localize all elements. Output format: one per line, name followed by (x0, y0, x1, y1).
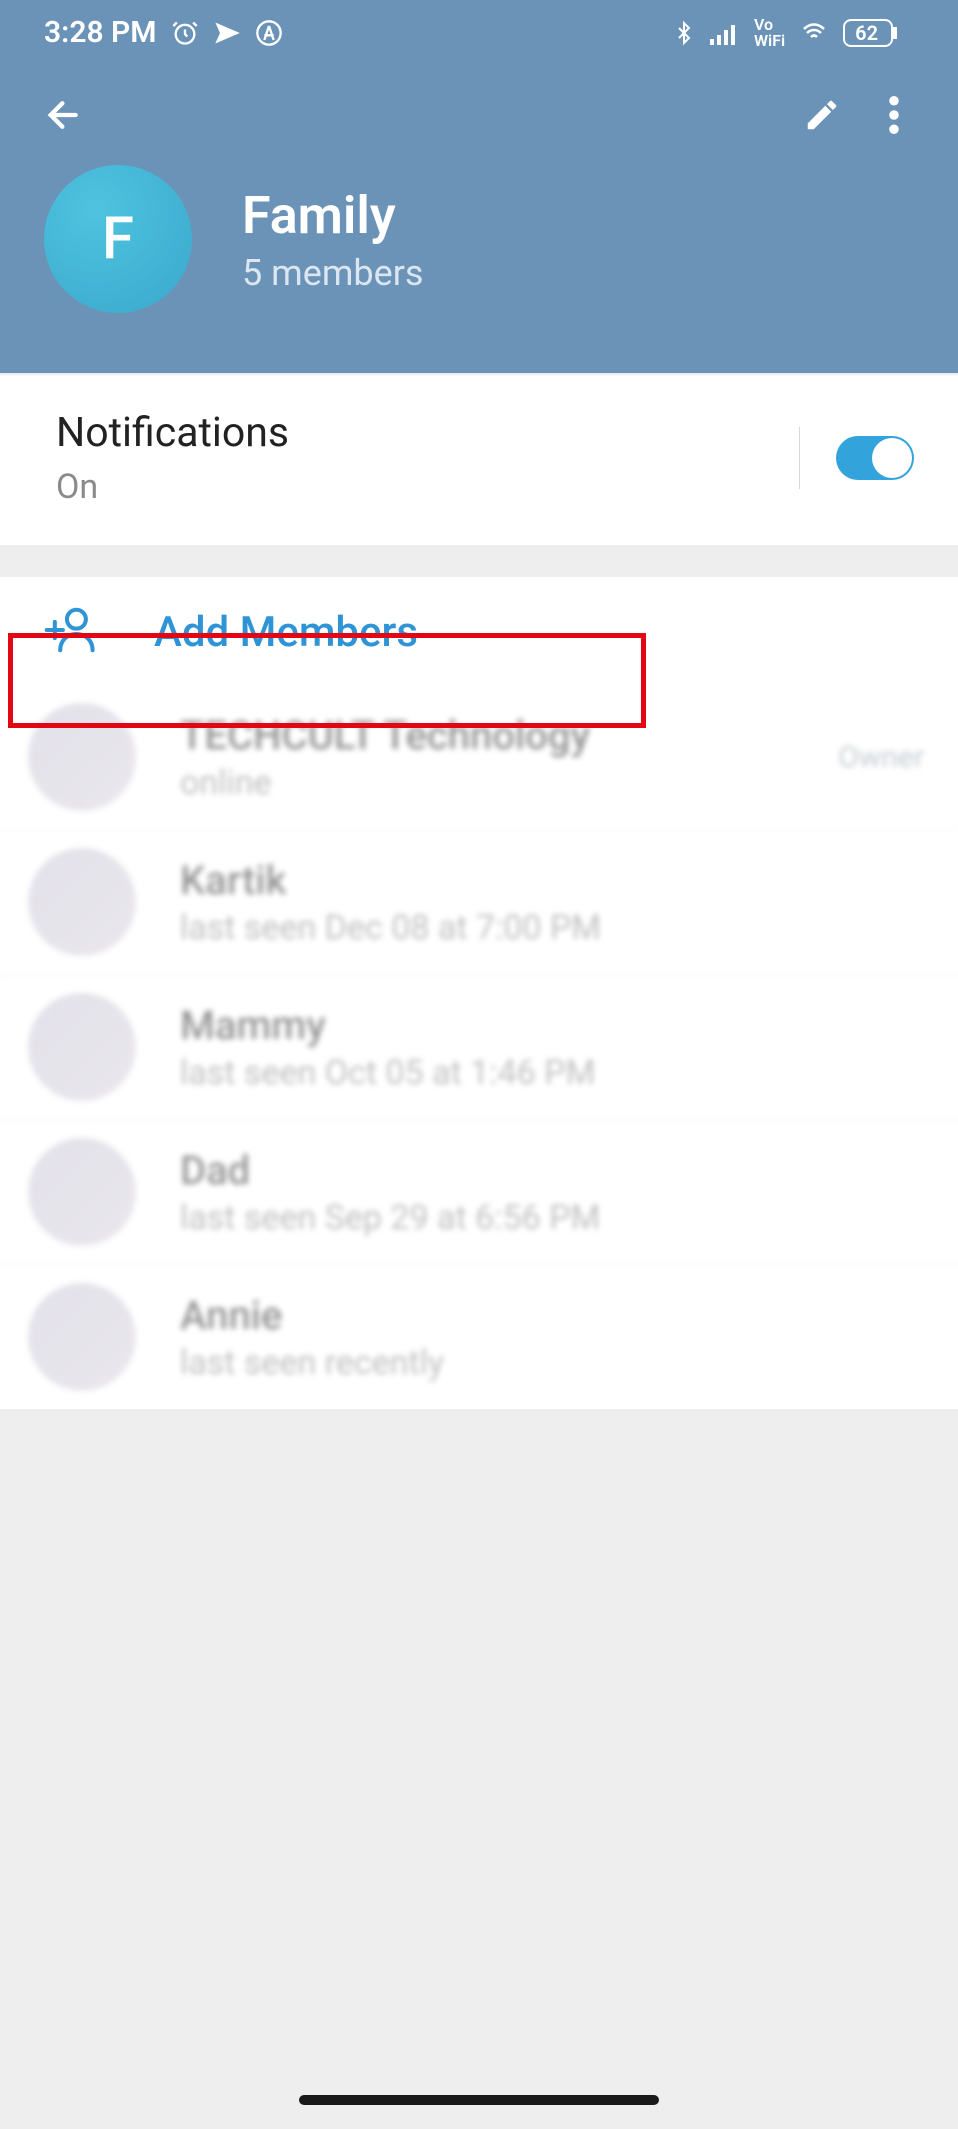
member-status: last seen recently (180, 1343, 880, 1383)
member-name: Kartik (180, 857, 880, 904)
wifi-icon (799, 21, 829, 45)
member-status: last seen Sep 29 at 6:56 PM (180, 1198, 880, 1238)
more-menu-button[interactable] (858, 79, 930, 151)
member-name: TECHCULT Technology (180, 712, 794, 759)
member-status: last seen Dec 08 at 7:00 PM (180, 908, 880, 948)
member-row[interactable]: Kartik last seen Dec 08 at 7:00 PM (0, 829, 958, 974)
add-user-icon (44, 607, 98, 657)
member-avatar (28, 703, 136, 811)
group-name: Family (242, 185, 423, 246)
notifications-title: Notifications (56, 409, 799, 457)
member-row[interactable]: Mammy last seen Oct 05 at 1:46 PM (0, 974, 958, 1119)
member-avatar (28, 1283, 136, 1391)
member-status: online (180, 763, 794, 803)
member-row[interactable]: TECHCULT Technology online Owner (0, 685, 958, 829)
battery-level: 62 (855, 21, 878, 45)
bluetooth-icon (672, 19, 696, 47)
notifications-row[interactable]: Notifications On (0, 375, 958, 545)
status-time: 3:28 PM (44, 15, 157, 50)
add-members-label: Add Members (154, 608, 418, 657)
vowifi-icon: VoWiFi (754, 17, 785, 49)
send-icon (213, 19, 241, 47)
member-row[interactable]: Dad last seen Sep 29 at 6:56 PM (0, 1119, 958, 1264)
cellular-signal-icon (710, 21, 740, 45)
status-bar: 3:28 PM VoWiFi (0, 0, 958, 65)
member-avatar (28, 1138, 136, 1246)
member-avatar (28, 993, 136, 1101)
member-name: Mammy (180, 1002, 880, 1049)
group-avatar[interactable]: F (44, 165, 192, 313)
group-avatar-initial: F (102, 205, 134, 273)
home-indicator[interactable] (299, 2095, 659, 2105)
member-name: Dad (180, 1147, 880, 1194)
notifications-toggle[interactable] (836, 436, 914, 480)
edit-button[interactable] (786, 79, 858, 151)
group-subtitle: 5 members (242, 252, 423, 294)
app-icon (255, 19, 283, 47)
member-status: last seen Oct 05 at 1:46 PM (180, 1053, 880, 1093)
member-name: Annie (180, 1292, 880, 1339)
member-avatar (28, 848, 136, 956)
member-role: Owner (838, 740, 924, 775)
add-members-button[interactable]: Add Members (0, 577, 958, 685)
notifications-state: On (56, 467, 799, 507)
battery-icon: 62 (843, 19, 920, 47)
alarm-icon (171, 19, 199, 47)
member-row[interactable]: Annie last seen recently (0, 1264, 958, 1409)
back-button[interactable] (28, 79, 100, 151)
divider (799, 427, 800, 489)
